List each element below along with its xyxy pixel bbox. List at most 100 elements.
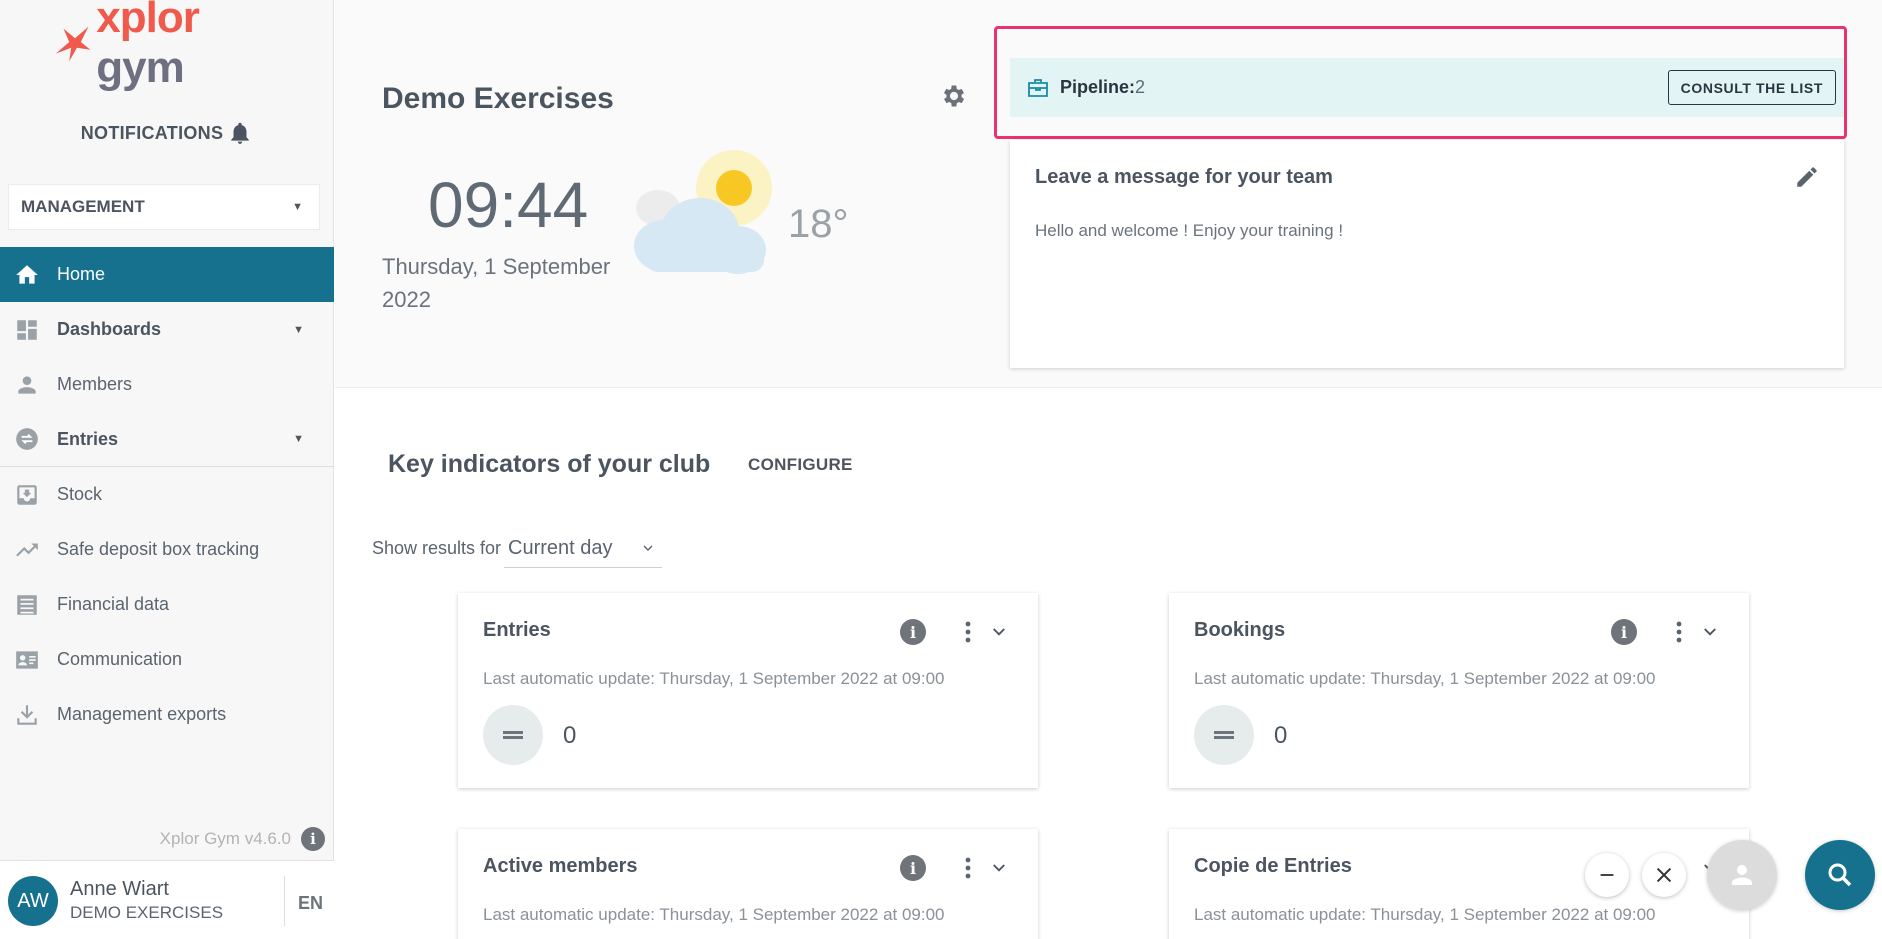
caret-down-icon: ▼ [293,323,304,336]
minimize-button[interactable] [1585,853,1629,897]
chevron-down-icon [643,545,653,551]
sidebar-item-label: Dashboards [57,319,162,339]
version-label: Xplor Gym v4.6.0 [159,829,291,848]
period-select[interactable]: Current day [504,530,662,568]
bell-icon [231,122,249,144]
close-icon [1656,867,1672,883]
show-results-label: Show results for [372,538,502,558]
card-title: Copie de Entries [1194,855,1352,877]
last-update: Last automatic update: Thursday, 1 Septe… [1194,905,1656,924]
pencil-icon[interactable] [1794,164,1820,190]
divider [284,876,285,926]
sidebar-item-label: Stock [57,484,103,504]
team-message-card: Leave a message for your team Hello and … [1010,140,1844,368]
message-title: Leave a message for your team [1035,166,1333,188]
avatar: AW [8,876,58,926]
period-select-value: Current day [508,537,613,559]
indicators-title: Key indicators of your club [388,450,711,478]
inbox-download-icon [14,482,40,508]
card-title: Bookings [1194,619,1286,641]
sidebar-item-safe-deposit[interactable]: Safe deposit box tracking [0,522,334,577]
notifications-label: NOTIFICATIONS [80,122,224,143]
person-icon [1732,865,1752,885]
swap-icon [14,426,40,452]
caret-down-icon: ▼ [293,433,304,445]
pipeline-banner: Pipeline:2 CONSULT THE LIST [1010,58,1844,117]
briefcase-icon [1028,78,1048,97]
contact-card-icon [14,647,40,673]
card-value: 0 [1274,722,1288,749]
xplor-gym-logo[interactable]: xplor gym [50,0,290,92]
language-switch[interactable]: EN [298,893,323,914]
sidebar-item-label: Members [57,374,133,394]
sidebar-item-label: Entries [57,428,119,449]
version-info: Xplor Gym v4.6.0 i [160,827,325,851]
info-icon[interactable]: i [1611,619,1637,645]
indicator-card-active-members: Active members i Last automatic update: … [458,829,1038,939]
user-club: DEMO EXERCISES [70,903,224,922]
minimize-icon [1600,874,1614,876]
pipeline-count: 2 [1135,77,1146,97]
trending-up-icon [14,537,40,563]
sidebar-item-label: Safe deposit box tracking [57,539,260,559]
user-profile[interactable]: AW Anne Wiart DEMO EXERCISES EN [0,860,334,939]
temperature: 18° [788,202,849,246]
card-title: Entries [483,619,551,641]
receipt-icon [14,592,40,618]
caret-down-icon: ▼ [292,201,303,213]
configure-button[interactable]: CONFIGURE [748,455,853,475]
logo-text: xplor gym [96,0,200,92]
chevron-down-icon[interactable] [990,859,1008,877]
chevron-down-icon[interactable] [1701,623,1719,641]
search-fab-button[interactable] [1805,840,1875,910]
close-button[interactable] [1642,853,1686,897]
consult-list-button[interactable]: CONSULT THE LIST [1667,70,1836,105]
more-vertical-icon[interactable] [1673,619,1685,645]
clock: 09:44 [428,169,589,241]
last-update: Last automatic update: Thursday, 1 Septe… [483,669,945,688]
pipeline-label: Pipeline:2 [1060,77,1146,97]
sidebar-item-label: Home [57,264,106,284]
sidebar-item-entries[interactable]: Entries ▼ [0,412,334,467]
sidebar-item-management-exports[interactable]: Management exports [0,687,334,742]
sidebar-item-label: Communication [57,649,183,669]
current-date: Thursday, 1 September 2022 [382,254,611,312]
sidebar-item-label: Financial data [57,594,170,614]
sidebar-item-members[interactable]: Members [0,357,334,412]
page-title: Demo Exercises [382,82,614,115]
more-vertical-icon[interactable] [962,855,974,881]
notifications-button[interactable]: NOTIFICATIONS [0,120,334,146]
download-icon [14,702,40,728]
home-icon [14,262,40,288]
sidebar-item-financial-data[interactable]: Financial data [0,577,334,632]
info-icon[interactable]: i [900,619,926,645]
indicator-card-entries: Entries i Last automatic update: Thursda… [458,593,1038,788]
gear-icon[interactable] [940,82,968,110]
user-name: Anne Wiart [70,878,169,900]
dashboard-icon [14,317,40,343]
management-select-value: MANAGEMENT [21,197,145,216]
logo-star-icon [55,26,91,62]
more-vertical-icon[interactable] [962,619,974,645]
sidebar: xplor gym NOTIFICATIONS MANAGEMENT ▼ Hom… [0,0,334,939]
chevron-down-icon[interactable] [990,623,1008,641]
card-value: 0 [563,722,577,749]
partly-cloudy-icon [634,150,772,274]
message-text: Hello and welcome ! Enjoy your training … [1035,221,1344,240]
info-icon[interactable]: i [900,855,926,881]
user-fab-button[interactable] [1707,840,1777,910]
sidebar-nav: Home Dashboards ▼ Members Entries ▼ Stoc… [0,247,334,742]
last-update: Last automatic update: Thursday, 1 Septe… [1194,669,1656,688]
person-icon [14,372,40,398]
last-update: Last automatic update: Thursday, 1 Septe… [483,905,945,924]
info-icon[interactable]: i [301,827,325,851]
sidebar-item-dashboards[interactable]: Dashboards ▼ [0,302,334,357]
sidebar-item-label: Management exports [57,704,227,724]
indicator-card-bookings: Bookings i Last automatic update: Thursd… [1169,593,1749,788]
sidebar-item-communication[interactable]: Communication [0,632,334,687]
card-title: Active members [483,855,638,877]
sidebar-item-stock[interactable]: Stock [0,467,334,522]
sidebar-item-home[interactable]: Home [0,247,334,302]
management-select[interactable]: MANAGEMENT ▼ [8,184,320,230]
equal-trend-icon [1194,705,1254,765]
